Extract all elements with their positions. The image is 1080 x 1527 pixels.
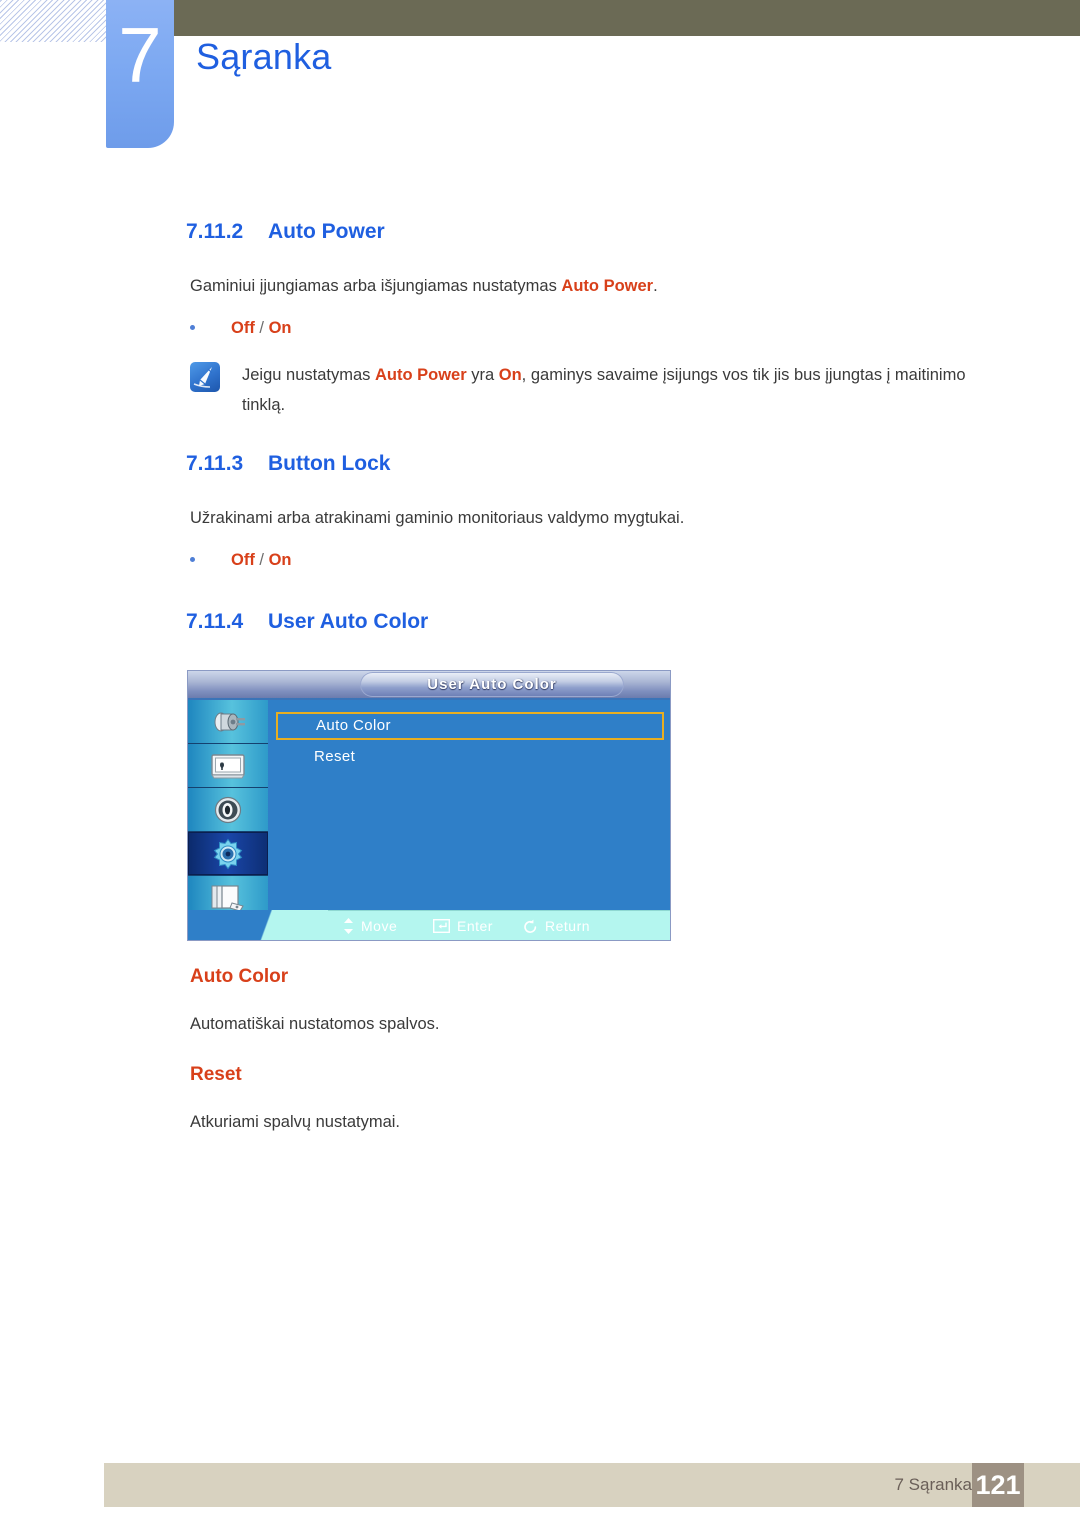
- paragraph-button-lock: Užrakinami arba atrakinami gaminio monit…: [190, 509, 685, 527]
- hatch-decoration: [0, 0, 106, 42]
- osd-sidebar-item-sound[interactable]: [188, 788, 268, 832]
- option-on: On: [268, 551, 292, 569]
- page-header: 7 Sąranka: [0, 0, 1080, 180]
- osd-sidebar-item-input-source[interactable]: [188, 700, 268, 744]
- note-text: Jeigu nustatymas Auto Power yra On, gami…: [242, 360, 984, 420]
- option-separator: /: [254, 551, 269, 569]
- osd-body: Auto Color Reset: [270, 700, 670, 913]
- paragraph-auto-power: Gaminiui įjungiamas arba išjungiamas nus…: [190, 272, 658, 300]
- updown-arrow-icon: [343, 918, 354, 934]
- bullet-auto-power-options: Off / On: [190, 316, 292, 340]
- note-emphasis-auto-power: Auto Power: [374, 366, 467, 384]
- section-heading-auto-power: 7.11.2 Auto Power: [186, 220, 385, 244]
- chapter-number: 7: [118, 11, 162, 99]
- section-number: 7.11.4: [186, 610, 244, 633]
- chapter-tab: 7: [106, 0, 174, 148]
- multi-control-icon: [210, 883, 246, 913]
- osd-hint-move: Move: [343, 911, 397, 941]
- note-text-1: Jeigu nustatymas: [242, 366, 375, 384]
- section-heading-button-lock: 7.11.3 Button Lock: [186, 452, 390, 476]
- osd-sidebar-item-picture[interactable]: [188, 744, 268, 788]
- osd-titlebar: User Auto Color: [188, 671, 670, 700]
- osd-sidebar: [188, 700, 268, 920]
- page-footer: 7 Sąranka 121: [104, 1463, 1080, 1507]
- osd-menu-item-auto-color[interactable]: Auto Color: [276, 712, 664, 740]
- enter-key-icon: [433, 919, 450, 933]
- paragraph-text: Gaminiui įjungiamas arba išjungiamas nus…: [190, 277, 562, 295]
- subheading-auto-color: Auto Color: [190, 966, 289, 987]
- header-olive-bar: [174, 0, 1080, 36]
- picture-icon: [209, 752, 247, 780]
- page-number: 121: [972, 1463, 1024, 1507]
- bullet-dot-icon: [190, 556, 195, 562]
- option-separator: /: [254, 319, 269, 337]
- osd-hint-label: Move: [361, 918, 398, 934]
- osd-hint-label: Enter: [457, 918, 493, 934]
- osd-menu-screenshot: User Auto Color Auto Color Reset Move En…: [187, 670, 671, 941]
- osd-bottom-bar: Move Enter Return: [188, 910, 670, 940]
- section-number: 7.11.2: [186, 220, 244, 243]
- section-heading-user-auto-color: 7.11.4 User Auto Color: [186, 610, 428, 634]
- bullet-dot-icon: [190, 324, 195, 330]
- return-arrow-icon: [523, 919, 538, 934]
- osd-bottom-notch: [188, 910, 328, 940]
- note-pencil-icon: [190, 362, 220, 392]
- subheading-reset: Reset: [190, 1064, 242, 1085]
- osd-title-pill: User Auto Color: [360, 672, 624, 697]
- input-source-icon: [208, 709, 248, 735]
- setup-gear-icon: [211, 837, 245, 871]
- osd-sidebar-item-setup[interactable]: [188, 832, 268, 876]
- option-off: Off: [231, 551, 255, 569]
- section-title: Button Lock: [268, 452, 391, 475]
- bullet-button-lock-options: Off / On: [190, 548, 292, 572]
- osd-menu-item-reset[interactable]: Reset: [276, 744, 664, 770]
- inline-emphasis-auto-power: Auto Power: [561, 277, 654, 295]
- osd-hint-return: Return: [523, 911, 590, 941]
- sound-speaker-icon: [213, 795, 243, 825]
- note-text-2: yra: [466, 366, 499, 384]
- section-number: 7.11.3: [186, 452, 244, 475]
- osd-title: User Auto Color: [427, 676, 557, 693]
- osd-hint-label: Return: [545, 918, 591, 934]
- section-title: User Auto Color: [268, 610, 429, 633]
- chapter-title: Sąranka: [196, 36, 332, 77]
- description-auto-color: Automatiškai nustatomos spalvos.: [190, 1015, 440, 1033]
- footer-chapter-label: 7 Sąranka: [894, 1475, 973, 1494]
- description-reset: Atkuriami spalvų nustatymai.: [190, 1113, 400, 1131]
- note-emphasis-on: On: [498, 366, 522, 384]
- paragraph-text-end: .: [653, 277, 658, 295]
- osd-hint-enter: Enter: [433, 911, 493, 941]
- section-title: Auto Power: [268, 220, 385, 243]
- option-off: Off: [231, 319, 255, 337]
- option-on: On: [268, 319, 292, 337]
